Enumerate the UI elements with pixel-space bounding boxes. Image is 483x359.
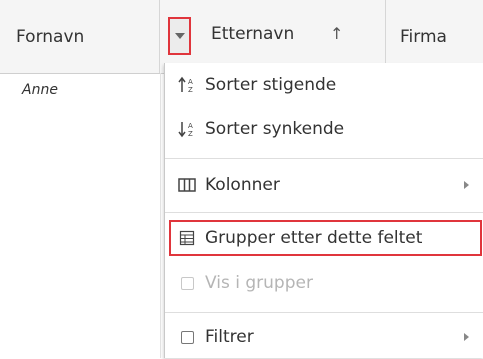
highlight-outline	[169, 220, 482, 256]
menu-item-sort-desc[interactable]: A Z Sorter synkende	[165, 107, 483, 151]
menu-separator	[165, 212, 483, 213]
menu-item-columns[interactable]: Kolonner	[165, 163, 483, 207]
chevron-down-icon	[174, 33, 185, 39]
column-context-menu: A Z Sorter stigende A Z Sorter synkende …	[164, 63, 483, 358]
column-header-fornavn[interactable]: Fornavn	[0, 0, 160, 73]
columns-icon	[177, 175, 197, 195]
submenu-arrow-icon	[464, 333, 469, 341]
menu-item-label: Kolonner	[205, 175, 280, 195]
menu-item-label: Sorter synkende	[205, 119, 345, 139]
checkbox-icon	[177, 273, 197, 293]
svg-text:Z: Z	[188, 86, 193, 94]
menu-item-label: Vis i grupper	[205, 273, 313, 293]
menu-separator	[165, 312, 483, 313]
column-divider	[160, 73, 161, 358]
sort-ascending-indicator: ↑	[330, 24, 344, 43]
sort-ascending-icon: A Z	[177, 75, 197, 95]
column-header-label: Firma	[400, 26, 447, 47]
submenu-arrow-icon	[464, 181, 469, 189]
checkbox-icon[interactable]	[177, 327, 197, 347]
menu-item-label: Filtrer	[205, 327, 254, 347]
sort-descending-icon: A Z	[177, 119, 197, 139]
table-cell-fornavn: Anne	[22, 82, 58, 98]
menu-item-show-in-groups: Vis i grupper	[165, 261, 483, 305]
svg-text:A: A	[188, 78, 193, 86]
menu-item-label: Sorter stigende	[205, 75, 337, 95]
column-menu-trigger-button[interactable]	[168, 17, 191, 55]
svg-text:Z: Z	[188, 130, 193, 138]
column-header-label: Etternavn	[211, 24, 295, 44]
menu-item-sort-asc[interactable]: A Z Sorter stigende	[165, 63, 483, 107]
column-header-label: Fornavn	[16, 26, 85, 47]
svg-text:A: A	[188, 122, 193, 130]
menu-item-filter[interactable]: Filtrer	[165, 315, 483, 359]
menu-separator	[165, 158, 483, 159]
